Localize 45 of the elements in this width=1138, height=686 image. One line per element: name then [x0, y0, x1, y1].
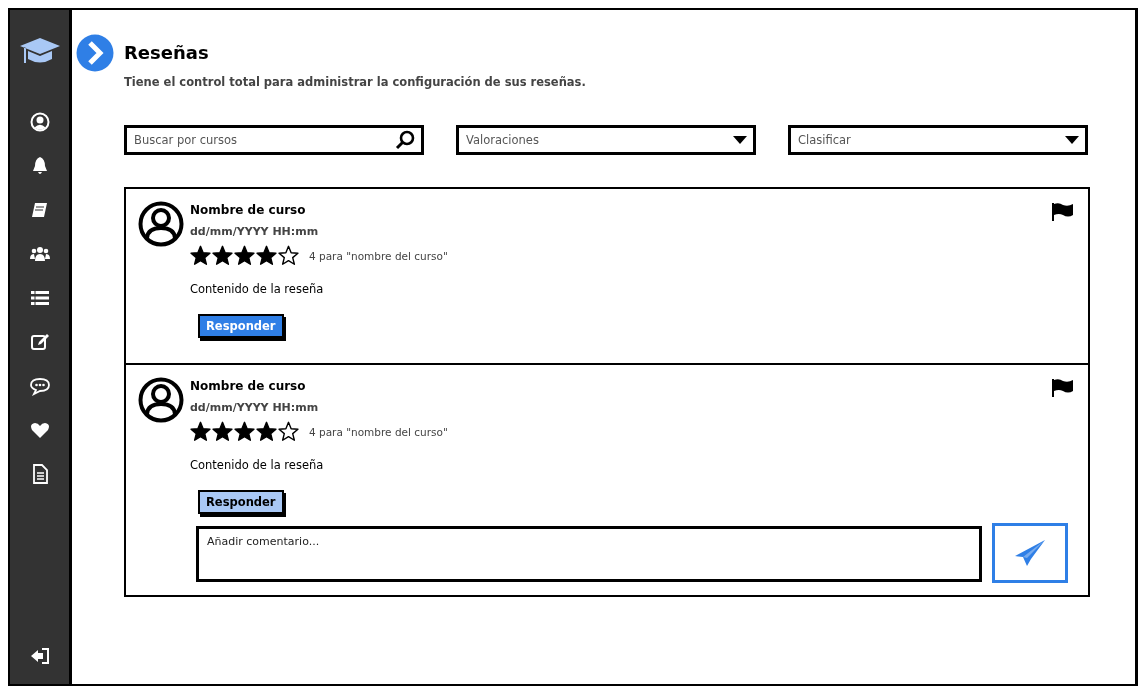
search-icon	[395, 130, 415, 150]
star-icon	[212, 245, 233, 266]
star-icon	[256, 245, 277, 266]
list-icon[interactable]	[29, 288, 50, 308]
course-name: Nombre de curso	[190, 379, 307, 393]
user-icon[interactable]	[29, 112, 50, 132]
dropdown[interactable]: Valoraciones	[456, 125, 756, 155]
page-subtitle: Tiene el control total para administrar la configuración de sus reseñas.	[124, 75, 586, 89]
users-icon[interactable]	[29, 244, 50, 264]
star-icon	[234, 245, 255, 266]
review-date: dd/mm/YYYY HH:mm	[190, 225, 320, 238]
star-icon	[212, 421, 233, 442]
graduation-cap-icon	[19, 36, 60, 66]
rating-text: 4 para "nombre del curso"	[309, 425, 448, 438]
search-field[interactable]: Buscar por cursos	[124, 125, 424, 155]
chat-icon[interactable]	[29, 376, 50, 396]
course-name: Nombre de curso	[190, 203, 307, 217]
star-icon	[190, 245, 211, 266]
paper-plane-icon	[1014, 539, 1046, 567]
caret-icon	[1065, 136, 1079, 144]
flag-icon[interactable]	[1052, 203, 1074, 221]
star-icon	[278, 421, 299, 442]
review-date: dd/mm/YYYY HH:mm	[190, 401, 320, 414]
avatar-icon	[138, 377, 184, 423]
book-icon[interactable]	[29, 200, 50, 220]
reply-button[interactable]: Responder	[198, 490, 284, 514]
edit-icon[interactable]	[29, 332, 50, 352]
reply-button[interactable]: Responder	[198, 314, 284, 338]
rating-text: 4 para "nombre del curso"	[309, 249, 448, 262]
avatar-icon	[138, 201, 184, 247]
chevron-right-icon	[76, 34, 114, 72]
star-icon	[190, 421, 211, 442]
star-icon	[234, 421, 255, 442]
star-icon	[256, 421, 277, 442]
comment-field[interactable]: Añadir comentario...	[196, 526, 982, 582]
heart-icon[interactable]	[29, 420, 50, 440]
page-title: Reseñas	[124, 42, 210, 63]
review-content: Contenido de la reseña	[190, 282, 325, 296]
review-content: Contenido de la reseña	[190, 458, 325, 472]
flag-icon[interactable]	[1052, 379, 1074, 397]
star-icon	[278, 245, 299, 266]
dropdown[interactable]: Clasificar	[788, 125, 1088, 155]
logout-icon[interactable]	[29, 646, 50, 666]
send-button[interactable]	[992, 523, 1068, 583]
caret-icon	[733, 136, 747, 144]
